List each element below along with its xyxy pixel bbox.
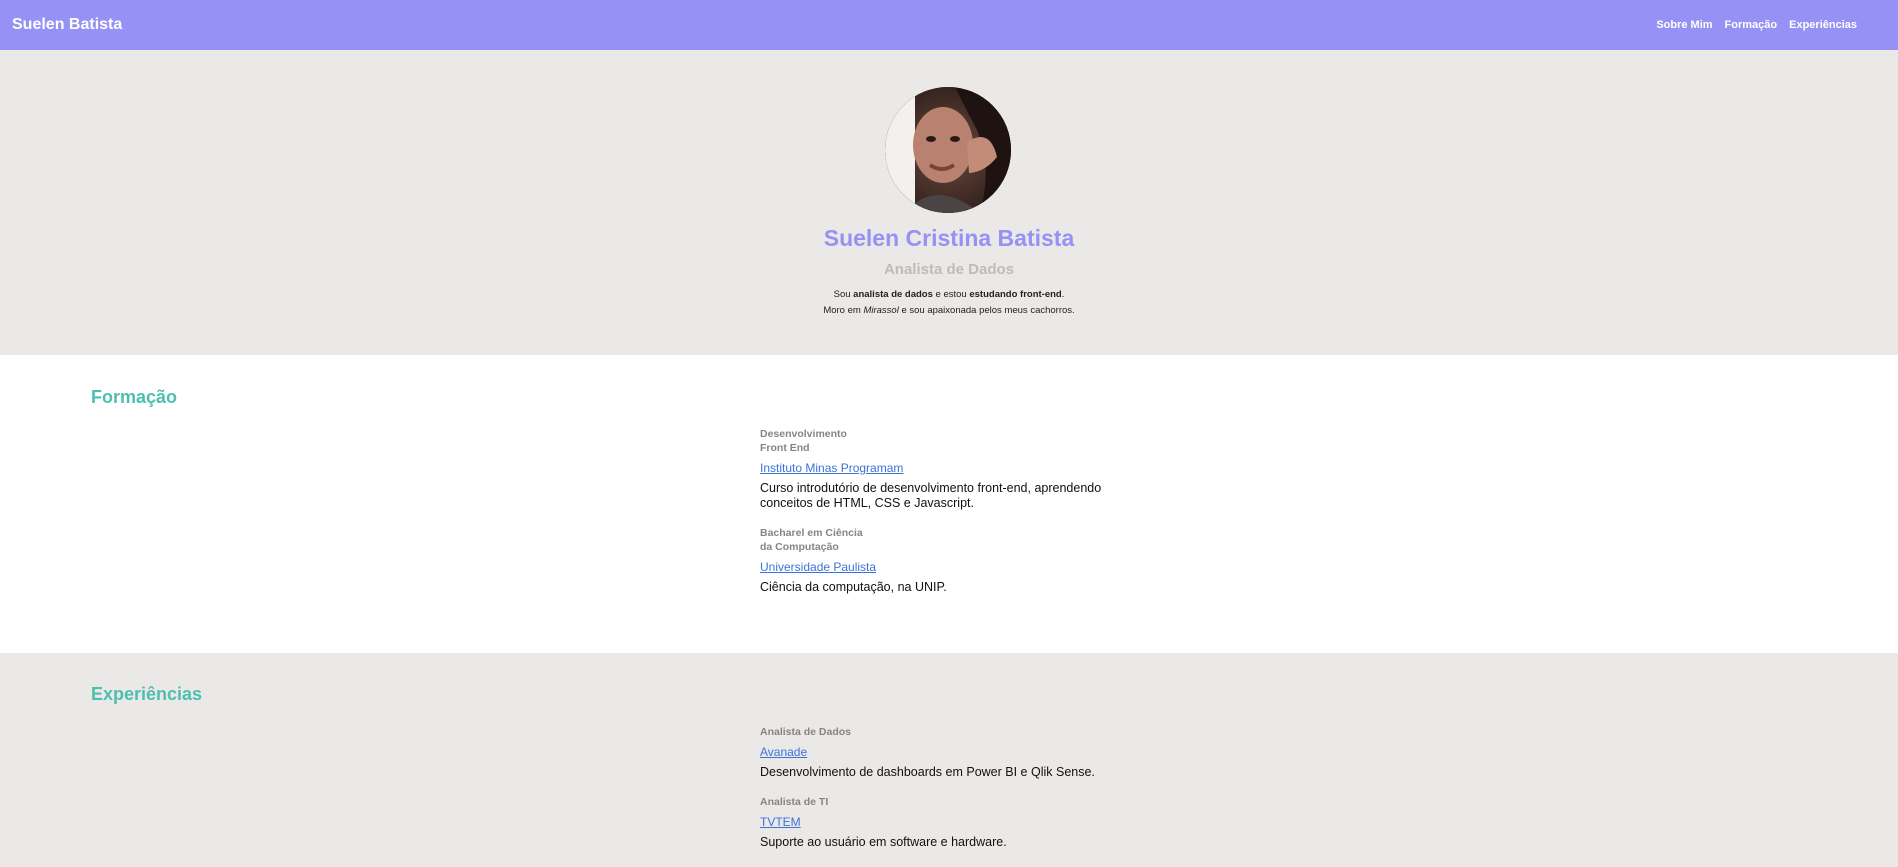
entry-title: Analista de TI [760,796,829,808]
experiencias-section: Experiências Analista de Dados Avanade D… [0,653,1898,867]
entry-title: Bacharel em Ciência da Computação [760,526,870,554]
company-link[interactable]: TVTEM [760,815,1120,829]
bio-city: Mirassol [863,305,899,316]
company-link[interactable]: Avanade [760,745,1120,759]
entry-title-line: Bacharel em Ciência [760,527,863,539]
bio-line-2: Moro em Mirassol e sou apaixonada pelos … [0,303,1898,319]
bio-text: . [1061,289,1065,300]
bio-text: e estou [932,289,970,300]
entry-description: Suporte ao usuário em software e hardwar… [760,835,1007,849]
about-section: Suelen Cristina Batista Analista de Dado… [0,50,1898,355]
bio-text: e sou apaixonada pelos meus cachorros. [898,305,1075,316]
bio-line-1: Sou analista de dados e estou estudando … [0,287,1898,303]
bio-text: Sou [833,289,854,300]
entry-title-line: Desenvolvimento [760,428,847,440]
nav-link-experiencias[interactable]: Experiências [1789,19,1857,31]
entry-description: Desenvolvimento de dashboards em Power B… [760,765,1095,779]
institution-link[interactable]: Instituto Minas Programam [760,461,1120,475]
formacao-title: Formação [91,387,178,407]
entry-title: Desenvolvimento Front End [760,427,870,455]
profile-photo [885,87,1011,213]
entry-title-line: da Computação [760,541,839,553]
entry-description: Curso introdutório de desenvolvimento fr… [760,481,1102,510]
formacao-list: Desenvolvimento Front End Instituto Mina… [760,427,1120,610]
formacao-section: Formação Desenvolvimento Front End Insti… [0,355,1898,653]
institution-link[interactable]: Universidade Paulista [760,560,1120,574]
formacao-entry: Bacharel em Ciência da Computação Univer… [760,526,1120,595]
brand-link[interactable]: Suelen Batista [12,16,122,34]
experiencia-entry: Analista de TI TVTEM Suporte ao usuário … [760,795,1120,850]
bio-text: Moro em [823,305,864,316]
nav-link-formacao[interactable]: Formação [1725,19,1778,31]
entry-description: Ciência da computação, na UNIP. [760,580,947,594]
formacao-entry: Desenvolvimento Front End Instituto Mina… [760,427,1120,511]
experiencias-title: Experiências [91,684,203,704]
experiencia-entry: Analista de Dados Avanade Desenvolviment… [760,725,1120,780]
nav-link-sobre-mim[interactable]: Sobre Mim [1656,19,1712,31]
profile-bio: Sou analista de dados e estou estudando … [0,287,1898,319]
bio-bold-role: analista de dados [853,289,933,300]
profile-name: Suelen Cristina Batista [823,225,1075,251]
profile-role: Analista de Dados [883,261,1015,278]
experiencias-list: Analista de Dados Avanade Desenvolviment… [760,725,1120,865]
entry-title-line: Front End [760,442,810,454]
top-navbar: Suelen Batista Sobre Mim Formação Experi… [0,0,1898,50]
entry-title: Analista de Dados [760,726,852,738]
nav-links: Sobre Mim Formação Experiências [1656,19,1857,31]
bio-bold-study: estudando front-end [969,289,1062,300]
